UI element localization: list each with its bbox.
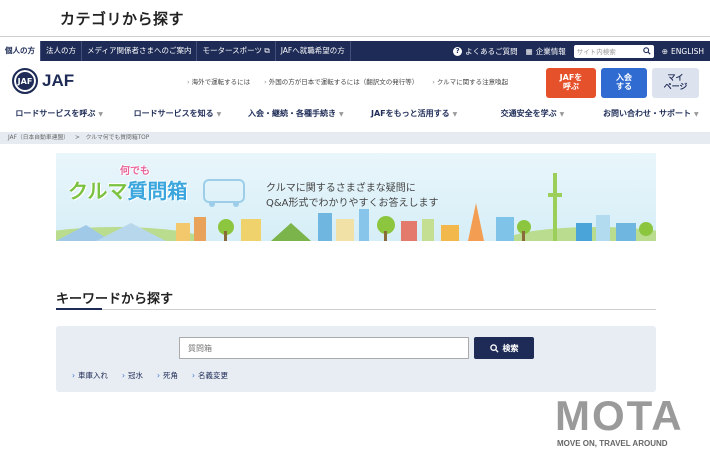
- header: JAF JAF › 海外で運転するには › 外国の方が日本で運転するには（翻訳文の発…: [0, 62, 710, 100]
- nav-label: ロードサービスを知る: [133, 109, 214, 118]
- tag-link[interactable]: › 冠水: [122, 370, 143, 381]
- english-label: ENGLISH: [671, 46, 704, 56]
- chevron-right-icon: ›: [72, 371, 75, 380]
- nav-support[interactable]: お問い合わせ・サポート ▼: [592, 103, 710, 125]
- company-label: 企業情報: [535, 46, 566, 56]
- breadcrumb: JAF（日本自動車連盟） > クルマ何でも質問箱TOP: [0, 132, 710, 144]
- tag-label: 冠水: [128, 371, 143, 380]
- nav-learn-road-service[interactable]: ロードサービスを知る ▼: [118, 103, 236, 125]
- main-nav: ロードサービスを呼ぶ ▼ ロードサービスを知る ▼ 入会・継続・各種手続き ▼ JAF…: [0, 103, 710, 125]
- hero-banner: 何でも クルマ質問箱 クルマに関するさまざまな疑問に Q&A形式でわかりやすくお…: [56, 153, 656, 241]
- hero-text-line2: Q&A形式でわかりやすくお答えします: [266, 198, 439, 209]
- search-icon: [489, 343, 499, 353]
- hero-title-box: 質問箱: [127, 179, 188, 203]
- site-search-input[interactable]: サイト内検索: [573, 44, 654, 58]
- chevron-right-icon: ›: [187, 78, 190, 86]
- faq-link[interactable]: ? よくあるご質問: [453, 46, 518, 57]
- tab-careers[interactable]: JAFへ就職希望の方: [276, 41, 351, 61]
- nav-label: お問い合わせ・サポート: [602, 109, 691, 118]
- quick-link-label: 外国の方が日本で運転するには（翻訳文の発行等）: [268, 78, 419, 86]
- site-search-placeholder: サイト内検索: [576, 48, 616, 56]
- chevron-right-icon: ›: [192, 371, 195, 380]
- search-button-label: 検索: [502, 343, 519, 353]
- chevron-right-icon: ›: [432, 78, 435, 86]
- divider-accent: [56, 308, 102, 310]
- faq-label: よくあるご質問: [465, 46, 518, 56]
- mota-logo: MOTA: [555, 392, 684, 439]
- search-icon[interactable]: [642, 47, 651, 55]
- mota-watermark: MOTA MOVE ON, TRAVEL AROUND: [555, 392, 684, 449]
- nav-use-jaf[interactable]: JAFをもっと活用する ▼: [355, 103, 473, 125]
- logo-text: JAF: [42, 71, 75, 90]
- tab-motorsports-label: モータースポーツ: [202, 46, 262, 55]
- jaf-logo[interactable]: JAF JAF: [12, 68, 74, 94]
- tag-label: 死角: [163, 371, 178, 380]
- english-link[interactable]: ⊕ ENGLISH: [662, 47, 704, 56]
- divider: [56, 309, 656, 310]
- keyword-tags: › 車庫入れ › 冠水 › 死角 › 名義変更: [72, 370, 228, 381]
- nav-label: JAFをもっと活用する: [371, 109, 450, 118]
- nav-label: ロードサービスを呼ぶ: [15, 109, 96, 118]
- tag-label: 車庫入れ: [78, 371, 108, 380]
- quick-link-overseas[interactable]: › 海外で運転するには: [187, 76, 250, 86]
- chevron-down-icon: ▼: [98, 111, 103, 118]
- join-button[interactable]: 入会 する: [601, 68, 647, 98]
- divider: [0, 36, 710, 37]
- call-jaf-button[interactable]: JAFを 呼ぶ: [546, 68, 596, 98]
- chevron-down-icon: ▼: [339, 111, 344, 118]
- tab-media[interactable]: メディア関係者さまへのご案内: [82, 41, 198, 61]
- quick-link-warnings[interactable]: › クルマに関する注意喚起: [432, 76, 508, 86]
- hero-text-line1: クルマに関するさまざまな疑問に: [266, 183, 416, 194]
- hero-title-nandemo: 何でも: [120, 166, 150, 177]
- external-link-icon: ⧉: [264, 46, 270, 55]
- chevron-right-icon: ›: [122, 371, 125, 380]
- keyword-search-button[interactable]: 検索: [474, 337, 534, 359]
- hero-title-kuruma: クルマ: [68, 179, 128, 203]
- chevron-down-icon: ▼: [693, 111, 699, 118]
- join-label: 入会 する: [616, 73, 632, 91]
- keyword-search-panel: 検索 ›車庫入れ ›冠水 ›死角 ›名義変更: [56, 326, 656, 392]
- jaf-emblem-icon: JAF: [12, 68, 38, 94]
- company-link[interactable]: ▦ 企業情報: [526, 46, 566, 57]
- nav-call-road-service[interactable]: ロードサービスを呼ぶ ▼: [0, 103, 118, 125]
- keyword-search-input[interactable]: [179, 337, 469, 359]
- hero-title: 何でも クルマ質問箱: [68, 166, 188, 204]
- call-jaf-label: JAFを 呼ぶ: [559, 73, 583, 91]
- building-icon: ▦: [525, 46, 533, 56]
- chevron-right-icon: ›: [157, 371, 160, 380]
- breadcrumb-separator: >: [74, 135, 80, 141]
- nav-label: 交通安全を学ぶ: [500, 109, 557, 118]
- mypage-label: マイ ページ: [663, 73, 688, 91]
- category-heading: カテゴリから探す: [60, 10, 185, 28]
- tab-motorsports[interactable]: モータースポーツ ⧉: [197, 41, 276, 61]
- tab-corporate[interactable]: 法人の方: [41, 41, 82, 61]
- tag-link[interactable]: › 名義変更: [192, 370, 228, 381]
- quick-link-foreigners[interactable]: › 外国の方が日本で運転するには（翻訳文の発行等）: [264, 76, 418, 86]
- tag-link[interactable]: › 死角: [157, 370, 178, 381]
- quick-link-label: クルマに関する注意喚起: [436, 78, 509, 86]
- breadcrumb-current: クルマ何でも質問箱TOP: [85, 135, 150, 141]
- question-icon: ?: [453, 46, 463, 56]
- keyword-heading: キーワードから探す: [56, 292, 174, 307]
- globe-icon: ⊕: [661, 46, 669, 56]
- tag-label: 名義変更: [198, 371, 228, 380]
- chevron-down-icon: ▼: [452, 111, 458, 118]
- nav-label: 入会・継続・各種手続き: [248, 109, 336, 118]
- breadcrumb-home[interactable]: JAF（日本自動車連盟）: [8, 135, 69, 141]
- quick-links: › 海外で運転するには › 外国の方が日本で運転するには（翻訳文の発行等） › クルマ…: [187, 76, 508, 86]
- chevron-down-icon: ▼: [559, 111, 565, 118]
- tab-individual[interactable]: 個人の方: [0, 41, 41, 61]
- quick-link-label: 海外で運転するには: [191, 78, 251, 86]
- chevron-down-icon: ▼: [216, 111, 222, 118]
- tag-link[interactable]: › 車庫入れ: [72, 370, 108, 381]
- chevron-right-icon: ›: [264, 78, 267, 86]
- mota-tagline: MOVE ON, TRAVEL AROUND: [557, 439, 668, 448]
- top-bar: 個人の方 法人の方 メディア関係者さまへのご案内 モータースポーツ ⧉ JAFへ…: [0, 41, 710, 61]
- mypage-button[interactable]: マイ ページ: [652, 68, 699, 98]
- nav-traffic-safety[interactable]: 交通安全を学ぶ ▼: [473, 103, 591, 125]
- nav-membership[interactable]: 入会・継続・各種手続き ▼: [237, 103, 355, 125]
